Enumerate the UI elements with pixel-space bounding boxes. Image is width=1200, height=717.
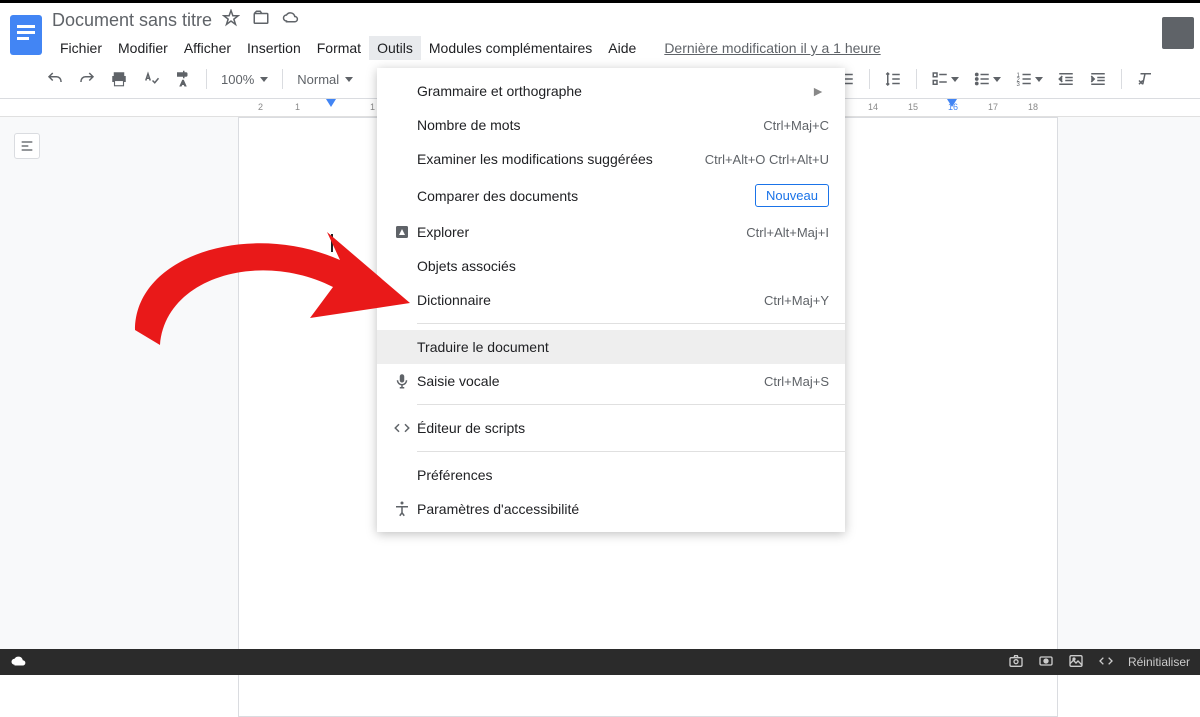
menu-preferences[interactable]: Préférences <box>377 458 845 492</box>
style-select[interactable]: Normal <box>291 68 381 91</box>
numbered-list-button[interactable]: 123 <box>1009 66 1049 92</box>
last-modified-link[interactable]: Dernière modification il y a 1 heure <box>664 40 880 56</box>
cloud-status-icon[interactable] <box>10 654 28 671</box>
chevron-down-icon <box>993 77 1001 82</box>
submenu-arrow-icon: ► <box>811 83 825 99</box>
new-badge: Nouveau <box>755 184 829 207</box>
header: Document sans titre Fichier Modifier Aff… <box>0 3 1200 60</box>
chevron-down-icon <box>260 77 268 82</box>
menu-accessibility[interactable]: Paramètres d'accessibilité <box>377 492 845 526</box>
menu-grammar[interactable]: Grammaire et orthographe ► <box>377 74 845 108</box>
accessibility-icon <box>387 500 417 518</box>
chevron-down-icon <box>951 77 959 82</box>
increase-indent-button[interactable] <box>1083 66 1113 92</box>
embed-icon[interactable] <box>1098 653 1114 672</box>
spellcheck-button[interactable] <box>136 66 166 92</box>
clear-formatting-button[interactable] <box>1130 66 1160 92</box>
menu-outils[interactable]: Outils <box>369 36 421 60</box>
menu-format[interactable]: Format <box>309 36 369 60</box>
microphone-icon <box>387 372 417 390</box>
menu-modifier[interactable]: Modifier <box>110 36 176 60</box>
chevron-down-icon <box>1035 77 1043 82</box>
move-icon[interactable] <box>252 9 270 32</box>
indent-marker-icon[interactable] <box>947 99 957 107</box>
line-spacing-button[interactable] <box>878 66 908 92</box>
menu-translate[interactable]: Traduire le document <box>377 330 845 364</box>
code-icon <box>387 419 417 437</box>
menu-wordcount[interactable]: Nombre de mots Ctrl+Maj+C <box>377 108 845 142</box>
menu-script-editor[interactable]: Éditeur de scripts <box>377 411 845 445</box>
menu-dictionary[interactable]: Dictionnaire Ctrl+Maj+Y <box>377 283 845 317</box>
document-title[interactable]: Document sans titre <box>52 10 212 31</box>
docs-logo-icon[interactable] <box>8 11 44 59</box>
bottom-bar: Réinitialiser <box>0 649 1200 675</box>
svg-text:3: 3 <box>1017 82 1021 88</box>
outils-dropdown: Grammaire et orthographe ► Nombre de mot… <box>377 68 845 532</box>
outline-toggle-button[interactable] <box>14 133 40 159</box>
record-icon[interactable] <box>1038 653 1054 672</box>
camera-icon[interactable] <box>1008 653 1024 672</box>
menu-afficher[interactable]: Afficher <box>176 36 239 60</box>
cloud-icon[interactable] <box>282 9 300 32</box>
print-button[interactable] <box>104 66 134 92</box>
undo-button[interactable] <box>40 66 70 92</box>
account-icon[interactable] <box>1162 17 1194 49</box>
reset-label[interactable]: Réinitialiser <box>1128 655 1190 669</box>
image-icon[interactable] <box>1068 653 1084 672</box>
menu-compare[interactable]: Comparer des documents Nouveau <box>377 176 845 215</box>
menu-aide[interactable]: Aide <box>600 36 644 60</box>
explore-icon <box>387 223 417 241</box>
menu-fichier[interactable]: Fichier <box>52 36 110 60</box>
indent-marker-icon[interactable] <box>326 99 336 107</box>
paint-format-button[interactable] <box>168 66 198 92</box>
menu-insertion[interactable]: Insertion <box>239 36 309 60</box>
bullet-list-button[interactable] <box>967 66 1007 92</box>
menu-suggestions[interactable]: Examiner les modifications suggérées Ctr… <box>377 142 845 176</box>
menu-bar: Fichier Modifier Afficher Insertion Form… <box>52 36 1162 60</box>
decrease-indent-button[interactable] <box>1051 66 1081 92</box>
checklist-button[interactable] <box>925 66 965 92</box>
text-cursor <box>331 234 333 252</box>
menu-voice-typing[interactable]: Saisie vocale Ctrl+Maj+S <box>377 364 845 398</box>
menu-linked-objects[interactable]: Objets associés <box>377 249 845 283</box>
star-icon[interactable] <box>222 9 240 32</box>
redo-button[interactable] <box>72 66 102 92</box>
menu-explore[interactable]: Explorer Ctrl+Alt+Maj+I <box>377 215 845 249</box>
chevron-down-icon <box>345 77 353 82</box>
zoom-select[interactable]: 100% <box>215 68 274 91</box>
menu-modules[interactable]: Modules complémentaires <box>421 36 600 60</box>
